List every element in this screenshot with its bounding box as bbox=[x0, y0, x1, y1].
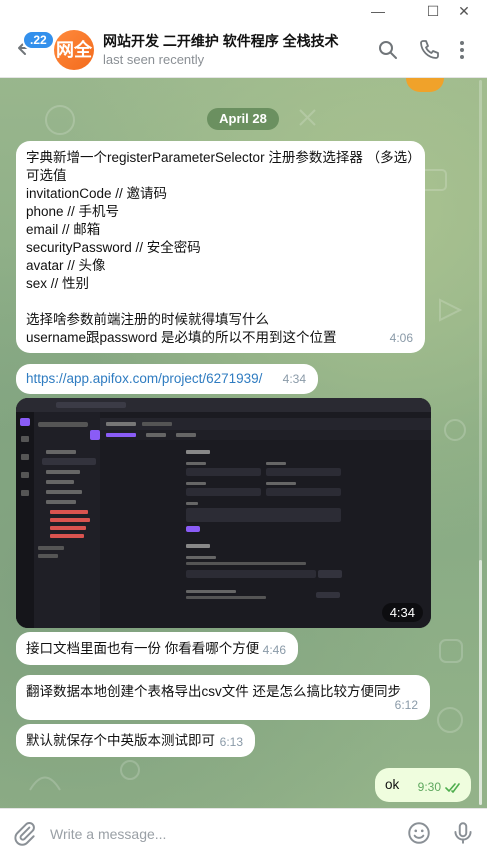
message-line: phone // 手机号 bbox=[26, 204, 120, 219]
message-bubble[interactable]: 接口文档里面也有一份 你看看哪个方便 4:46 bbox=[16, 632, 298, 665]
emoji-icon[interactable] bbox=[406, 820, 432, 846]
message-text: 接口文档里面也有一份 你看看哪个方便 bbox=[26, 641, 260, 656]
outgoing-message-bubble[interactable]: ok 9:30 bbox=[375, 768, 471, 802]
message-text: 翻译数据本地创建个表格导出csv文件 还是怎么搞比较方便同步 bbox=[26, 684, 401, 699]
message-bubble[interactable]: 默认就保存个中英版本测试即可 6:13 bbox=[16, 724, 255, 757]
chat-header: .22 网全 网站开发 二开维护 软件程序 全栈技术 last seen rec… bbox=[0, 22, 487, 78]
message-link[interactable]: https://app.apifox.com/project/6271939/ bbox=[26, 371, 262, 386]
image-attachment[interactable]: 4:34 bbox=[16, 398, 431, 628]
minimize-button[interactable]: — bbox=[355, 0, 401, 22]
message-time: 6:12 bbox=[394, 698, 418, 712]
message-time: 4:34 bbox=[381, 603, 423, 622]
message-bubble[interactable]: 字典新增一个registerParameterSelector 注册参数选择器 … bbox=[16, 141, 425, 353]
avatar[interactable]: 网全 bbox=[54, 30, 94, 70]
unread-badge: .22 bbox=[22, 30, 55, 50]
window-titlebar: — ☐ ✕ bbox=[0, 0, 487, 22]
message-time: 4:34 bbox=[282, 372, 306, 386]
double-check-icon bbox=[445, 783, 460, 793]
attach-icon[interactable] bbox=[12, 820, 38, 846]
message-line: 字典新增一个registerParameterSelector 注册参数选择器 … bbox=[26, 150, 421, 165]
message-input[interactable] bbox=[48, 821, 392, 847]
message-text: 默认就保存个中英版本测试即可 bbox=[26, 733, 215, 748]
phone-icon[interactable] bbox=[417, 38, 441, 62]
microphone-icon[interactable] bbox=[450, 820, 476, 846]
message-line: username跟password 是必填的所以不用到这个位置 bbox=[26, 330, 337, 345]
message-line: invitationCode // 邀请码 bbox=[26, 186, 168, 201]
message-text: ok bbox=[385, 777, 400, 792]
message-line: securityPassword // 安全密码 bbox=[26, 240, 201, 255]
chat-title[interactable]: 网站开发 二开维护 软件程序 全栈技术 bbox=[103, 31, 339, 51]
more-vertical-icon[interactable] bbox=[450, 38, 474, 62]
message-line: sex // 性别 bbox=[26, 276, 90, 291]
message-time: 6:13 bbox=[219, 735, 243, 749]
screenshot-thumbnail bbox=[16, 398, 431, 628]
message-time: 4:06 bbox=[389, 331, 413, 345]
close-window-button[interactable]: ✕ bbox=[441, 0, 487, 22]
search-icon[interactable] bbox=[376, 38, 400, 62]
message-line: 选择啥参数前端注册的时候就得填写什么 bbox=[26, 312, 269, 327]
date-separator: April 28 bbox=[207, 108, 279, 130]
message-bubble[interactable]: https://app.apifox.com/project/6271939/ … bbox=[16, 364, 318, 394]
chat-status: last seen recently bbox=[103, 52, 205, 67]
message-line: avatar // 头像 bbox=[26, 258, 106, 273]
message-line bbox=[26, 293, 415, 311]
message-bubble[interactable]: 翻译数据本地创建个表格导出csv文件 还是怎么搞比较方便同步 6:12 bbox=[16, 675, 430, 720]
message-line: 可选值 bbox=[26, 168, 67, 183]
message-composer bbox=[0, 808, 487, 855]
message-time: 4:46 bbox=[262, 643, 286, 657]
scrollbar-thumb[interactable] bbox=[479, 560, 482, 805]
message-time: 9:30 bbox=[417, 780, 441, 794]
message-line: email // 邮箱 bbox=[26, 222, 101, 237]
